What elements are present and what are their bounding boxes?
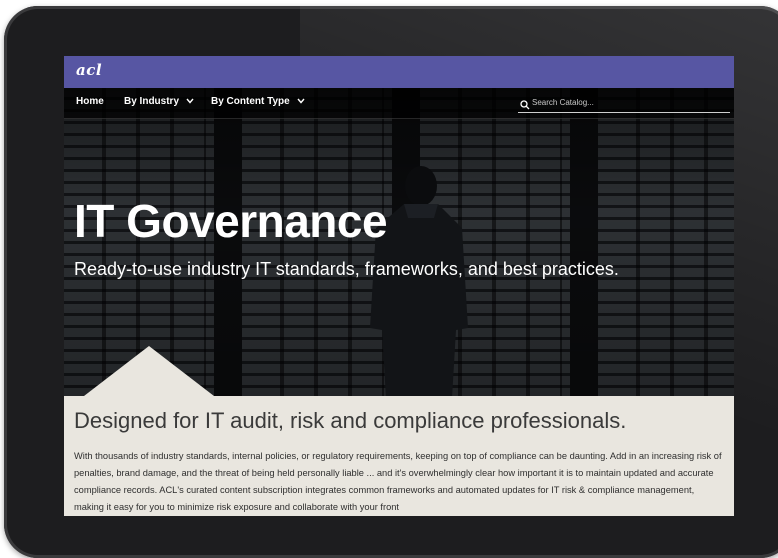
- nav-home[interactable]: Home: [76, 96, 104, 107]
- nav-by-content-type-label: By Content Type: [211, 96, 290, 107]
- section-body-text: With thousands of industry standards, in…: [74, 451, 722, 512]
- nav-by-content-type[interactable]: By Content Type: [211, 96, 305, 107]
- chevron-down-icon: [296, 96, 305, 106]
- nav-home-label: Home: [76, 96, 104, 107]
- tablet-screen: acl IT Governance Ready-to-use industry …: [64, 56, 734, 516]
- hero-banner: IT Governance Ready-to-use industry IT s…: [64, 88, 734, 396]
- search-box[interactable]: [518, 94, 730, 113]
- nav-by-industry[interactable]: By Industry: [124, 96, 194, 107]
- content-section: Designed for IT audit, risk and complian…: [64, 396, 734, 516]
- brand-bar: acl: [64, 56, 734, 88]
- nav-by-industry-label: By Industry: [124, 96, 180, 107]
- section-heading: Designed for IT audit, risk and complian…: [74, 408, 627, 433]
- search-input[interactable]: [532, 95, 722, 109]
- page-title: IT Governance: [74, 195, 388, 247]
- acl-logo[interactable]: acl: [76, 61, 102, 79]
- page-subtitle: Ready-to-use industry IT standards, fram…: [74, 259, 619, 279]
- search-icon: [520, 97, 532, 110]
- top-navigation: Home By Industry By Content Type: [64, 88, 734, 119]
- chevron-down-icon: [186, 96, 194, 106]
